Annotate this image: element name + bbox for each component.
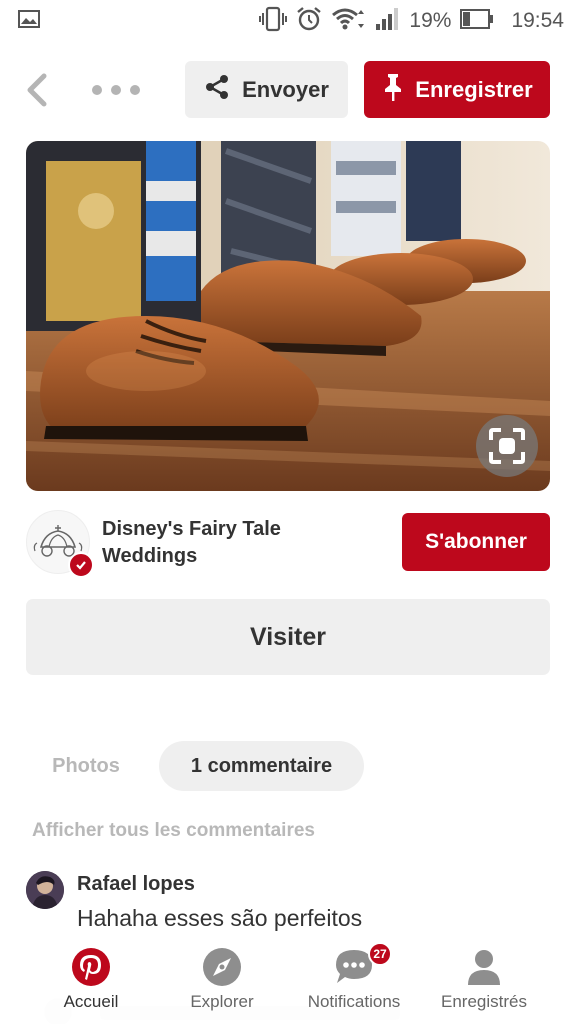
verified-check-icon bbox=[68, 552, 94, 578]
pinterest-home-icon bbox=[71, 947, 111, 987]
nav-explore-label: Explorer bbox=[190, 992, 254, 1011]
profile-icon bbox=[464, 947, 504, 987]
vibrate-icon bbox=[259, 6, 288, 37]
comment-text: Hahaha esses são perfeitos bbox=[77, 905, 363, 931]
status-bar: 19% 19:54 bbox=[0, 0, 576, 42]
send-button[interactable]: Envoyer bbox=[185, 61, 348, 118]
show-all-comments-link[interactable]: Afficher tous les commentaires bbox=[32, 820, 315, 842]
follow-button[interactable]: S'abonner bbox=[402, 513, 550, 571]
battery-percent: 19% bbox=[409, 9, 452, 32]
signal-icon bbox=[374, 6, 400, 37]
pin-action-bar: Envoyer Enregistrer bbox=[0, 58, 576, 122]
comment-author[interactable]: Rafael lopes bbox=[77, 873, 195, 896]
nav-notifications-label: Notifications bbox=[307, 992, 401, 1011]
nav-saved-label: Enregistrés bbox=[441, 992, 527, 1011]
shoes-photo bbox=[26, 141, 550, 491]
tab-comments[interactable]: 1 commentaire bbox=[159, 741, 364, 791]
bottom-navigation: Accueil Explorer 27 Notifications Enregi… bbox=[0, 938, 576, 1024]
board-row: Disney's Fairy Tale Weddings S'abonner bbox=[26, 510, 550, 578]
back-chevron-icon[interactable] bbox=[22, 72, 52, 108]
pin-image[interactable] bbox=[26, 141, 550, 491]
battery-icon bbox=[460, 8, 494, 35]
board-title[interactable]: Disney's Fairy Tale Weddings bbox=[102, 516, 312, 570]
comment-item: Rafael lopes Hahaha esses são perfeitos bbox=[26, 869, 550, 939]
notifications-badge: 27 bbox=[368, 942, 392, 966]
wifi-icon bbox=[331, 6, 365, 37]
nav-home[interactable]: Accueil bbox=[21, 938, 161, 1024]
nav-saved[interactable]: Enregistrés bbox=[414, 938, 554, 1024]
tab-photos[interactable]: Photos bbox=[26, 741, 146, 791]
more-dots-icon[interactable] bbox=[92, 78, 140, 102]
photo-comment-tabs: Photos 1 commentaire bbox=[26, 741, 550, 791]
image-icon bbox=[18, 10, 40, 33]
nav-explore[interactable]: Explorer bbox=[152, 938, 292, 1024]
share-icon bbox=[204, 74, 230, 106]
nav-home-label: Accueil bbox=[63, 992, 119, 1011]
commenter-avatar[interactable] bbox=[26, 871, 64, 909]
clock: 19:54 bbox=[511, 9, 564, 32]
visit-button[interactable]: Visiter bbox=[26, 599, 550, 675]
pin-icon bbox=[381, 72, 405, 108]
compass-icon bbox=[202, 947, 242, 987]
send-label: Envoyer bbox=[242, 76, 329, 102]
nav-notifications[interactable]: 27 Notifications bbox=[284, 938, 424, 1024]
save-label: Enregistrer bbox=[415, 76, 533, 102]
save-button[interactable]: Enregistrer bbox=[364, 61, 550, 118]
visual-search-icon[interactable] bbox=[476, 415, 538, 477]
alarm-icon bbox=[296, 6, 322, 37]
